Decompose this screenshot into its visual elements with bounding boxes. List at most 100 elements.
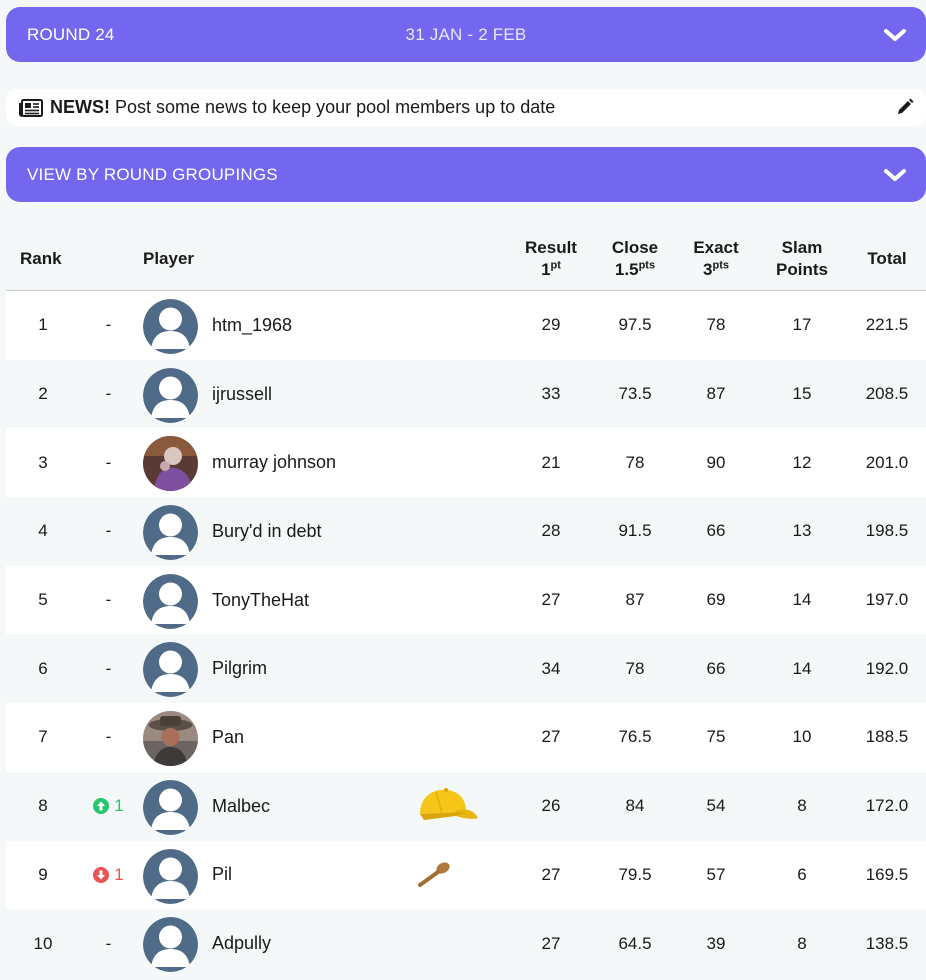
slam-points-cell: 8 bbox=[797, 933, 807, 953]
table-body: 1- htm_1968 29 97.5 78 17 221.5 2- ijrussell 33 73… bbox=[6, 291, 926, 978]
slam-points-cell: 12 bbox=[792, 452, 812, 472]
total-cell: 192.0 bbox=[865, 658, 909, 678]
exact-cell: 87 bbox=[706, 384, 726, 404]
player-name[interactable]: Adpully bbox=[212, 909, 271, 978]
arrow-up-circle-icon bbox=[93, 798, 110, 815]
player-name[interactable]: TonyTheHat bbox=[212, 566, 309, 635]
rank-change: - bbox=[105, 590, 112, 610]
pencil-edit-icon[interactable] bbox=[896, 98, 914, 116]
avatar[interactable] bbox=[143, 779, 198, 835]
exact-cell: 75 bbox=[706, 727, 726, 747]
rank-change-cell: - bbox=[86, 360, 131, 429]
avatar[interactable] bbox=[143, 367, 198, 423]
news-label: NEWS! bbox=[50, 97, 110, 117]
header-player[interactable]: Player bbox=[143, 248, 194, 270]
player-name[interactable]: Pan bbox=[212, 703, 244, 772]
header-result[interactable]: Result 1pt bbox=[516, 237, 586, 281]
rank-change: - bbox=[105, 933, 112, 953]
table-row[interactable]: 6 - Pilgrim 34 78 66 14 192.0 bbox=[6, 634, 926, 704]
rank-change-cell: 1 bbox=[86, 772, 131, 841]
total-cell: 138.5 bbox=[865, 933, 909, 953]
exact-cell: 78 bbox=[706, 315, 726, 335]
rank-change-cell: - bbox=[86, 428, 131, 497]
rank-change: - bbox=[105, 315, 112, 335]
total-cell: 172.0 bbox=[865, 796, 909, 816]
avatar[interactable] bbox=[143, 299, 198, 354]
close-cell: 91.5 bbox=[618, 521, 652, 541]
table-header: Rank Player Result 1pt Close 1.5pts Exac… bbox=[6, 221, 926, 291]
player-name[interactable]: Pil bbox=[212, 841, 232, 910]
round-groupings-bar[interactable]: VIEW BY ROUND GROUPINGS bbox=[6, 147, 926, 202]
result-cell: 27 bbox=[541, 933, 561, 953]
avatar[interactable] bbox=[143, 573, 198, 629]
total-cell: 221.5 bbox=[865, 315, 909, 335]
rank-cell: 7 bbox=[38, 727, 48, 747]
header-rank[interactable]: Rank bbox=[20, 248, 62, 270]
rank-down-indicator: 1 bbox=[93, 865, 124, 885]
avatar[interactable] bbox=[143, 642, 198, 698]
result-cell: 21 bbox=[541, 452, 561, 472]
table-row[interactable]: 4 - Bury'd in debt 28 91.5 66 13 198.5 bbox=[6, 497, 926, 566]
rank-cell: 8 bbox=[38, 796, 48, 816]
player-name[interactable]: Malbec bbox=[212, 772, 270, 841]
table-row[interactable]: 2 - ijrussell 33 73.5 87 15 208.5 bbox=[6, 359, 926, 429]
close-cell: 73.5 bbox=[618, 384, 652, 404]
exact-cell: 90 bbox=[706, 452, 726, 472]
chevron-down-icon[interactable] bbox=[882, 25, 908, 45]
newspaper-icon bbox=[19, 99, 43, 117]
leaderboard-table: Rank Player Result 1pt Close 1.5pts Exac… bbox=[6, 221, 926, 978]
close-cell: 64.5 bbox=[618, 933, 652, 953]
table-row[interactable]: 7 - Pan 27 76.5 75 10 188.5 bbox=[6, 703, 926, 772]
round-selector-bar[interactable]: ROUND 24 31 JAN - 2 FEB bbox=[6, 7, 926, 62]
slam-points-cell: 13 bbox=[792, 521, 812, 541]
chevron-down-icon[interactable] bbox=[882, 165, 908, 185]
player-name[interactable]: ijrussell bbox=[212, 360, 272, 429]
avatar[interactable] bbox=[143, 848, 198, 904]
result-cell: 34 bbox=[541, 658, 561, 678]
total-cell: 169.5 bbox=[865, 864, 909, 884]
table-row[interactable]: 5 - TonyTheHat 27 87 69 14 197.0 bbox=[6, 565, 926, 635]
result-cell: 27 bbox=[541, 727, 561, 747]
result-cell: 29 bbox=[541, 315, 561, 335]
rank-change: - bbox=[105, 658, 112, 678]
round-date-range: 31 JAN - 2 FEB bbox=[405, 24, 527, 44]
total-cell: 198.5 bbox=[865, 521, 909, 541]
avatar[interactable] bbox=[143, 436, 198, 492]
header-total[interactable]: Total bbox=[856, 248, 918, 270]
rank-cell: 6 bbox=[38, 658, 48, 678]
exact-cell: 66 bbox=[706, 658, 726, 678]
table-row[interactable]: 10 - Adpully 27 64.5 39 8 138.5 bbox=[6, 909, 926, 978]
table-row[interactable]: 3 - murray johnson 21 78 90 12 201.0 bbox=[6, 428, 926, 498]
header-exact[interactable]: Exact 3pts bbox=[681, 237, 751, 281]
total-cell: 197.0 bbox=[865, 590, 909, 610]
table-row[interactable]: 9 1 Pil 27 79.5 57 6 169.5 bbox=[6, 840, 926, 910]
rank-change-cell: - bbox=[86, 291, 131, 360]
news-text: NEWS! Post some news to keep your pool m… bbox=[50, 97, 555, 118]
player-name[interactable]: Pilgrim bbox=[212, 634, 267, 703]
news-message: Post some news to keep your pool members… bbox=[115, 97, 556, 117]
table-row[interactable]: 1 - htm_1968 29 97.5 78 17 221.5 bbox=[6, 291, 926, 360]
avatar[interactable] bbox=[143, 505, 198, 561]
close-cell: 76.5 bbox=[618, 727, 652, 747]
avatar[interactable] bbox=[143, 917, 198, 973]
result-cell: 33 bbox=[541, 384, 561, 404]
rank-change-cell: - bbox=[86, 703, 131, 772]
close-cell: 78 bbox=[625, 658, 645, 678]
player-name[interactable]: htm_1968 bbox=[212, 291, 292, 360]
slam-points-cell: 10 bbox=[792, 727, 812, 747]
rank-change-cell: 1 bbox=[86, 841, 131, 910]
close-cell: 79.5 bbox=[618, 864, 652, 884]
table-row[interactable]: 8 1 Malbec 26 84 54 8 172.0 bbox=[6, 771, 926, 841]
round-groupings-label: VIEW BY ROUND GROUPINGS bbox=[27, 164, 278, 184]
rank-change-cell: - bbox=[86, 497, 131, 566]
total-cell: 208.5 bbox=[865, 384, 909, 404]
header-slam-points[interactable]: Slam Points bbox=[762, 237, 842, 281]
header-close[interactable]: Close 1.5pts bbox=[600, 237, 670, 281]
exact-cell: 57 bbox=[706, 864, 726, 884]
avatar[interactable] bbox=[143, 711, 198, 767]
player-name[interactable]: murray johnson bbox=[212, 428, 336, 497]
slam-points-cell: 6 bbox=[797, 864, 807, 884]
player-name[interactable]: Bury'd in debt bbox=[212, 497, 322, 566]
rank-change-cell: - bbox=[86, 634, 131, 703]
result-cell: 26 bbox=[541, 796, 561, 816]
